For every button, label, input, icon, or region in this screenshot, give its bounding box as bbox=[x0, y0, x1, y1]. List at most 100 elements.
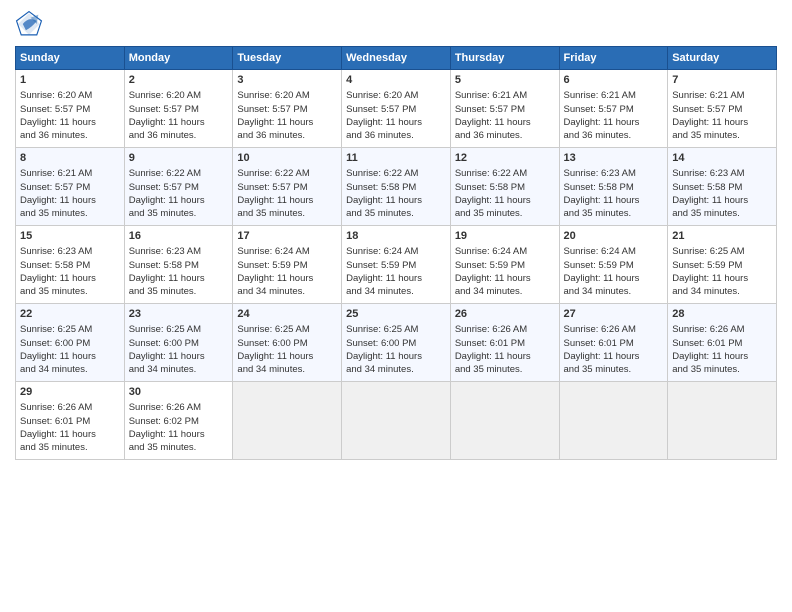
day-info-line: Daylight: 11 hours bbox=[20, 428, 120, 441]
day-info-line: Sunset: 5:59 PM bbox=[346, 259, 446, 272]
day-info-line: Sunset: 5:57 PM bbox=[455, 103, 555, 116]
calendar-cell: 9Sunrise: 6:22 AMSunset: 5:57 PMDaylight… bbox=[124, 148, 233, 226]
day-info-line: Sunset: 6:00 PM bbox=[129, 337, 229, 350]
day-info-line: Sunset: 6:01 PM bbox=[672, 337, 772, 350]
day-info-line: Daylight: 11 hours bbox=[346, 194, 446, 207]
page: SundayMondayTuesdayWednesdayThursdayFrid… bbox=[0, 0, 792, 612]
day-info-line: Daylight: 11 hours bbox=[455, 350, 555, 363]
day-number: 8 bbox=[20, 151, 120, 166]
day-info-line: Sunrise: 6:25 AM bbox=[129, 323, 229, 336]
day-info-line: Daylight: 11 hours bbox=[129, 272, 229, 285]
day-info-line: Sunset: 5:57 PM bbox=[129, 103, 229, 116]
day-info-line: and 34 minutes. bbox=[672, 285, 772, 298]
day-info-line: Sunrise: 6:25 AM bbox=[20, 323, 120, 336]
day-header-sunday: Sunday bbox=[16, 47, 125, 70]
day-number: 1 bbox=[20, 73, 120, 88]
day-info-line: Daylight: 11 hours bbox=[346, 116, 446, 129]
day-number: 20 bbox=[564, 229, 664, 244]
day-info-line: Sunrise: 6:21 AM bbox=[672, 89, 772, 102]
day-info-line: Sunset: 6:02 PM bbox=[129, 415, 229, 428]
day-info-line: Daylight: 11 hours bbox=[564, 116, 664, 129]
logo bbox=[15, 10, 47, 38]
day-info-line: and 36 minutes. bbox=[564, 129, 664, 142]
day-header-saturday: Saturday bbox=[668, 47, 777, 70]
day-info-line: and 34 minutes. bbox=[237, 363, 337, 376]
day-info-line: Sunset: 6:01 PM bbox=[455, 337, 555, 350]
day-number: 11 bbox=[346, 151, 446, 166]
day-info-line: Daylight: 11 hours bbox=[129, 350, 229, 363]
calendar-cell: 7Sunrise: 6:21 AMSunset: 5:57 PMDaylight… bbox=[668, 70, 777, 148]
day-number: 19 bbox=[455, 229, 555, 244]
day-info-line: Sunset: 6:00 PM bbox=[20, 337, 120, 350]
calendar-cell: 29Sunrise: 6:26 AMSunset: 6:01 PMDayligh… bbox=[16, 382, 125, 460]
day-info-line: Sunrise: 6:24 AM bbox=[455, 245, 555, 258]
day-number: 14 bbox=[672, 151, 772, 166]
day-info-line: Sunrise: 6:21 AM bbox=[564, 89, 664, 102]
day-info-line: and 36 minutes. bbox=[346, 129, 446, 142]
day-info-line: and 35 minutes. bbox=[346, 207, 446, 220]
day-info-line: Daylight: 11 hours bbox=[20, 194, 120, 207]
day-info-line: and 35 minutes. bbox=[20, 207, 120, 220]
day-info-line: Daylight: 11 hours bbox=[346, 272, 446, 285]
calendar-cell: 8Sunrise: 6:21 AMSunset: 5:57 PMDaylight… bbox=[16, 148, 125, 226]
calendar-cell: 16Sunrise: 6:23 AMSunset: 5:58 PMDayligh… bbox=[124, 226, 233, 304]
calendar-cell: 13Sunrise: 6:23 AMSunset: 5:58 PMDayligh… bbox=[559, 148, 668, 226]
day-info-line: Daylight: 11 hours bbox=[672, 194, 772, 207]
day-header-friday: Friday bbox=[559, 47, 668, 70]
day-header-monday: Monday bbox=[124, 47, 233, 70]
calendar-cell: 1Sunrise: 6:20 AMSunset: 5:57 PMDaylight… bbox=[16, 70, 125, 148]
calendar-cell: 19Sunrise: 6:24 AMSunset: 5:59 PMDayligh… bbox=[450, 226, 559, 304]
day-info-line: and 36 minutes. bbox=[455, 129, 555, 142]
calendar-cell: 3Sunrise: 6:20 AMSunset: 5:57 PMDaylight… bbox=[233, 70, 342, 148]
day-info-line: and 36 minutes. bbox=[129, 129, 229, 142]
day-info-line: Daylight: 11 hours bbox=[672, 350, 772, 363]
calendar-cell bbox=[342, 382, 451, 460]
day-info-line: and 34 minutes. bbox=[564, 285, 664, 298]
day-number: 18 bbox=[346, 229, 446, 244]
day-info-line: and 35 minutes. bbox=[129, 207, 229, 220]
header-row: SundayMondayTuesdayWednesdayThursdayFrid… bbox=[16, 47, 777, 70]
day-info-line: Daylight: 11 hours bbox=[20, 272, 120, 285]
day-number: 6 bbox=[564, 73, 664, 88]
calendar-header: SundayMondayTuesdayWednesdayThursdayFrid… bbox=[16, 47, 777, 70]
day-number: 17 bbox=[237, 229, 337, 244]
logo-icon bbox=[15, 10, 43, 38]
calendar-cell: 5Sunrise: 6:21 AMSunset: 5:57 PMDaylight… bbox=[450, 70, 559, 148]
day-info-line: Daylight: 11 hours bbox=[129, 116, 229, 129]
calendar-cell: 18Sunrise: 6:24 AMSunset: 5:59 PMDayligh… bbox=[342, 226, 451, 304]
day-info-line: Sunrise: 6:20 AM bbox=[346, 89, 446, 102]
day-info-line: Daylight: 11 hours bbox=[237, 272, 337, 285]
day-number: 13 bbox=[564, 151, 664, 166]
day-info-line: Sunrise: 6:22 AM bbox=[346, 167, 446, 180]
day-info-line: Sunrise: 6:24 AM bbox=[346, 245, 446, 258]
day-info-line: and 35 minutes. bbox=[455, 363, 555, 376]
day-info-line: Daylight: 11 hours bbox=[237, 350, 337, 363]
day-info-line: Daylight: 11 hours bbox=[237, 194, 337, 207]
day-info-line: Sunset: 5:57 PM bbox=[129, 181, 229, 194]
day-info-line: Sunrise: 6:24 AM bbox=[564, 245, 664, 258]
calendar-row: 22Sunrise: 6:25 AMSunset: 6:00 PMDayligh… bbox=[16, 304, 777, 382]
day-info-line: Sunset: 5:57 PM bbox=[237, 181, 337, 194]
day-info-line: Sunset: 5:59 PM bbox=[237, 259, 337, 272]
day-info-line: and 35 minutes. bbox=[129, 441, 229, 454]
day-number: 26 bbox=[455, 307, 555, 322]
day-info-line: Daylight: 11 hours bbox=[564, 194, 664, 207]
day-info-line: and 35 minutes. bbox=[564, 363, 664, 376]
calendar-cell bbox=[233, 382, 342, 460]
day-number: 16 bbox=[129, 229, 229, 244]
day-header-tuesday: Tuesday bbox=[233, 47, 342, 70]
day-info-line: Sunrise: 6:21 AM bbox=[20, 167, 120, 180]
day-info-line: Sunset: 5:57 PM bbox=[564, 103, 664, 116]
day-info-line: and 35 minutes. bbox=[129, 285, 229, 298]
day-info-line: and 34 minutes. bbox=[20, 363, 120, 376]
day-info-line: Sunset: 5:57 PM bbox=[672, 103, 772, 116]
day-info-line: Sunset: 5:57 PM bbox=[346, 103, 446, 116]
day-number: 21 bbox=[672, 229, 772, 244]
day-number: 9 bbox=[129, 151, 229, 166]
calendar-cell: 28Sunrise: 6:26 AMSunset: 6:01 PMDayligh… bbox=[668, 304, 777, 382]
day-info-line: Sunset: 5:59 PM bbox=[672, 259, 772, 272]
day-header-thursday: Thursday bbox=[450, 47, 559, 70]
calendar-cell: 24Sunrise: 6:25 AMSunset: 6:00 PMDayligh… bbox=[233, 304, 342, 382]
calendar-cell: 21Sunrise: 6:25 AMSunset: 5:59 PMDayligh… bbox=[668, 226, 777, 304]
calendar-cell: 22Sunrise: 6:25 AMSunset: 6:00 PMDayligh… bbox=[16, 304, 125, 382]
